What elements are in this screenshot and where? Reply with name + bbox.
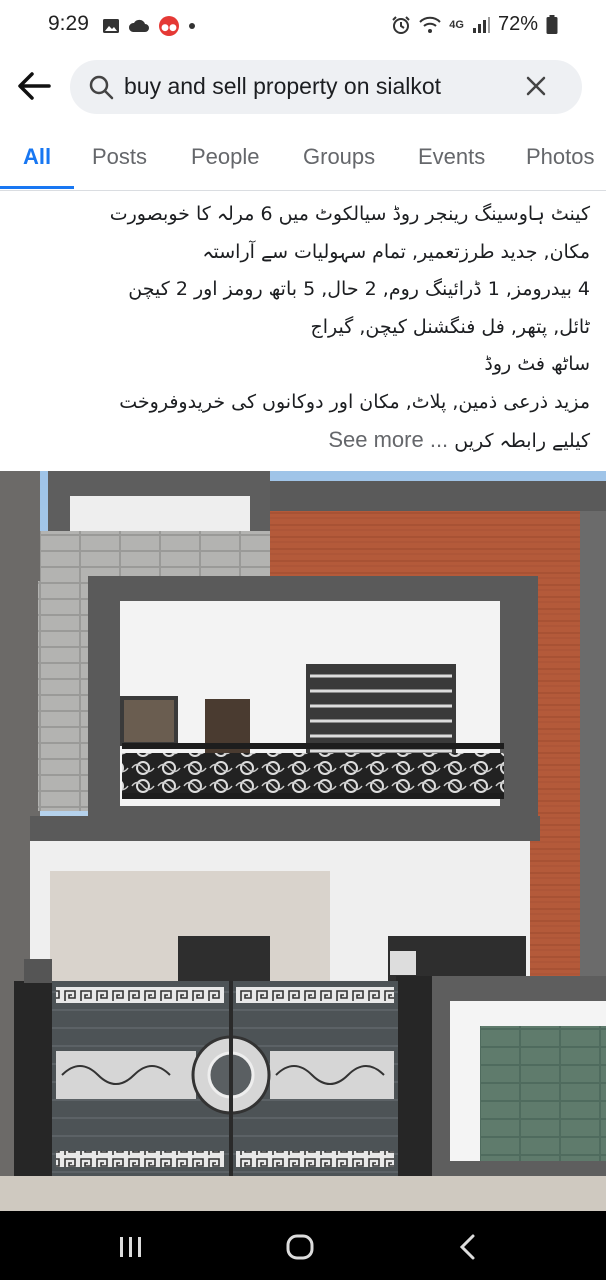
home-icon[interactable] [285,1233,315,1261]
dot-icon [189,23,195,29]
active-tab-indicator [0,186,74,189]
tab-people[interactable]: People [191,144,260,170]
post-line-last: کیلیے رابطہ کریں See more ... [18,421,590,461]
system-nav-bar [0,1211,606,1280]
post-line: ٹائل, پتھر, فل فنگشنل کیچن, گیراج [310,315,591,338]
network-type: 4G [449,18,464,31]
recent-apps-icon[interactable] [118,1235,144,1259]
search-header: buy and sell property on sialkot [0,58,606,116]
post-line: 4 بیدرومز, 1 ڈرائینگ روم, 2 حال, 5 باتھ … [128,278,590,300]
back-chevron-icon[interactable] [458,1233,478,1261]
back-button[interactable] [16,68,56,108]
magnifier-icon [89,75,114,100]
post-line: ساٹھ فٹ روڈ [484,353,590,375]
post-photo[interactable] [0,471,606,1211]
close-icon[interactable] [524,74,548,98]
battery-percent: 72% [497,13,538,35]
post-line-last-text: کیلیے رابطہ کریں [454,430,590,452]
tab-all[interactable]: All [23,144,51,170]
gallery-icon [103,19,119,33]
tab-events[interactable]: Events [418,144,485,170]
signal-icon [472,16,490,33]
status-bar: 9:29 ●● 4G 72% [0,0,606,48]
tab-groups[interactable]: Groups [303,144,375,170]
search-input[interactable]: buy and sell property on sialkot [70,60,582,114]
app-notification-icon: ●● [159,16,179,36]
house-photo [0,471,606,1211]
tab-photos[interactable]: Photos [526,144,595,170]
cloud-icon [128,19,149,32]
arrow-left-icon [18,72,51,100]
search-tabs: All Posts People Groups Events Photos [0,128,606,191]
wifi-icon [419,16,441,33]
post-line: مزید ذرعی ذمین, پلاٹ, مکان اور دوکانوں ک… [119,390,590,413]
post-line: مکان, جدید طرزتعمیر, تمام سہولیات سے آرا… [202,240,590,263]
post-line: کینٹ ہاوسینگ رینجر روڈ سیالکوٹ میں 6 مرل… [109,203,590,225]
status-time: 9:29 [48,12,89,35]
alarm-icon [392,15,410,34]
search-query: buy and sell property on sialkot [124,73,442,99]
post-text: کینٹ ہاوسینگ رینجر روڈ سیالکوٹ میں 6 مرل… [18,196,590,461]
battery-icon [546,14,558,34]
see-more-link[interactable]: See more ... [328,427,448,452]
svg-text:●●: ●● [161,23,177,33]
tab-posts[interactable]: Posts [92,144,147,170]
